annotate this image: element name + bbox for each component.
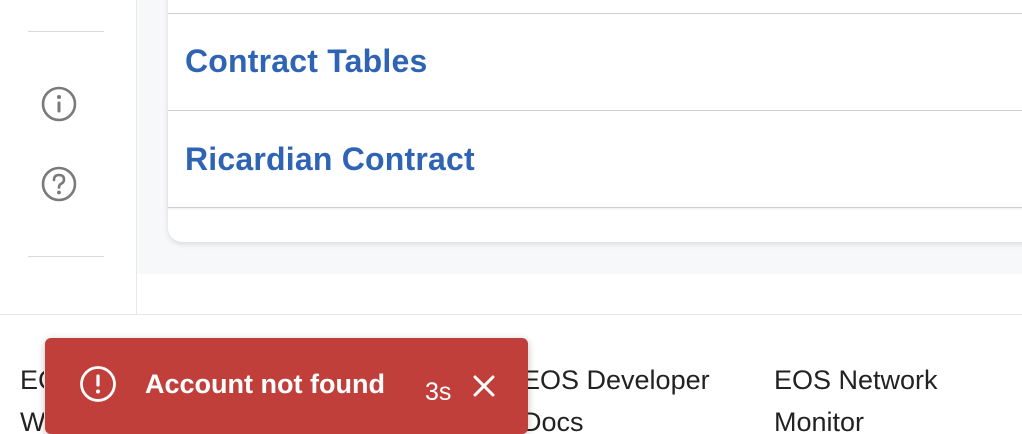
menu-item-ricardian-contract[interactable]: Ricardian Contract [168, 110, 1022, 208]
error-toast: Account not found 3s [45, 338, 528, 434]
toast-message: Account not found [145, 369, 385, 399]
page: Contract Tables Ricardian Contract EC W … [0, 0, 1022, 434]
footer-link-developer-docs[interactable]: EOS Developer Docs [522, 359, 722, 434]
close-icon[interactable] [469, 371, 499, 401]
footer-link-network-monitor[interactable]: EOS Network Monitor [774, 359, 964, 434]
sidebar-divider [28, 31, 104, 32]
info-icon[interactable] [41, 86, 77, 122]
menu-item-contract-tables[interactable]: Contract Tables [168, 13, 1022, 109]
alert-circle-icon [80, 366, 116, 402]
menu-item-label: Ricardian Contract [185, 140, 475, 177]
footer-link-partial[interactable]: EC W [20, 359, 44, 434]
sidebar [0, 0, 137, 314]
main-content: Contract Tables Ricardian Contract [137, 0, 1022, 274]
help-icon[interactable] [41, 166, 77, 202]
menu-item-label: Contract Tables [185, 43, 428, 79]
sidebar-divider [28, 256, 104, 257]
toast-timer: 3s [425, 378, 452, 406]
